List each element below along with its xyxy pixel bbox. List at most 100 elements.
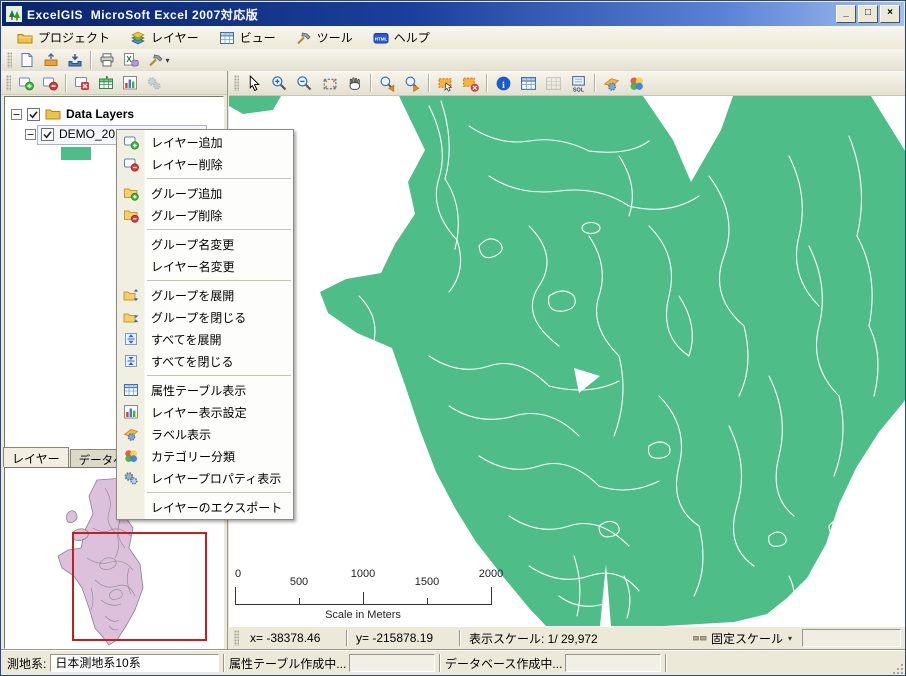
layer-symbol-swatch[interactable] xyxy=(61,147,91,160)
app-icon xyxy=(6,6,22,22)
view-grid-icon xyxy=(219,30,235,46)
layer-panel-toolbar xyxy=(1,71,227,95)
collapse-toggle-icon[interactable] xyxy=(25,129,36,140)
menu-item-group-add[interactable]: グループ追加 xyxy=(117,182,293,204)
menu-bar: プロジェクト レイヤー ビュー ツール HTML ヘルプ xyxy=(2,26,904,50)
cursor-y-readout: y= -215878.19 xyxy=(348,631,459,645)
help-html-icon: HTML xyxy=(373,30,389,46)
group-visibility-checkbox[interactable] xyxy=(27,108,40,121)
tree-group-row[interactable]: Data Layers xyxy=(11,107,134,121)
menu-separator xyxy=(147,492,291,493)
menu-item-group-remove[interactable]: グループ削除 xyxy=(117,204,293,226)
zoom-extent-icon[interactable] xyxy=(317,72,342,94)
resize-grip[interactable] xyxy=(892,663,905,676)
attribute-progress-field xyxy=(349,654,435,672)
svg-text:HTML: HTML xyxy=(374,36,387,41)
toolbar-grip[interactable] xyxy=(234,630,239,646)
menu-item-layer-export[interactable]: レイヤーのエクスポート xyxy=(117,496,293,518)
zoom-in-icon[interactable] xyxy=(267,72,292,94)
svg-text:SQL: SQL xyxy=(573,87,585,92)
group-label[interactable]: Data Layers xyxy=(66,107,134,121)
toolbar-grip[interactable] xyxy=(234,75,239,91)
map-canvas[interactable]: 0 500 1000 1500 2000 Scale in Meters xyxy=(229,96,906,626)
attribute-progress-section: 属性テーブル作成中... xyxy=(225,653,439,674)
open-project-icon[interactable] xyxy=(39,50,63,70)
delete-layer-icon[interactable] xyxy=(70,73,94,93)
save-project-icon[interactable] xyxy=(63,50,87,70)
menu-item-collapse-all[interactable]: すべてを閉じる xyxy=(117,350,293,372)
layer-properties-disabled-icon[interactable] xyxy=(142,73,166,93)
menu-item-expand-all[interactable]: すべてを展開 xyxy=(117,328,293,350)
menu-item-group-rename[interactable]: グループ名変更 xyxy=(117,233,293,255)
category-classify-icon[interactable] xyxy=(624,72,649,94)
layer-visibility-checkbox[interactable] xyxy=(41,128,54,141)
label-display-icon[interactable] xyxy=(599,72,624,94)
menu-help[interactable]: HTML ヘルプ xyxy=(368,27,439,48)
new-document-icon[interactable] xyxy=(15,50,39,70)
datum-label: 測地系: xyxy=(7,655,46,672)
identify-info-icon[interactable]: i xyxy=(491,72,516,94)
menu-item-layer-properties[interactable]: レイヤープロパティ表示 xyxy=(117,467,293,489)
menu-layer[interactable]: レイヤー xyxy=(125,27,208,48)
toolbar-separator xyxy=(370,74,372,92)
window-title: ExcelGIS MicroSoft Excel 2007対応版 xyxy=(27,6,258,23)
menu-item-attribute-table[interactable]: 属性テーブル表示 xyxy=(117,379,293,401)
clear-selection-icon[interactable] xyxy=(458,72,483,94)
menu-item-layer-add[interactable]: レイヤー追加 xyxy=(117,131,293,153)
tools-hammer-icon xyxy=(296,30,312,46)
menu-view[interactable]: ビュー xyxy=(214,27,285,48)
group-add-icon xyxy=(117,185,144,201)
menu-item-group-expand[interactable]: グループを展開 xyxy=(117,284,293,306)
zoom-out-icon[interactable] xyxy=(292,72,317,94)
fixed-scale-dropdown[interactable]: 固定スケール ▾ xyxy=(687,629,798,648)
previous-view-icon[interactable] xyxy=(375,72,400,94)
tools-dropdown-icon[interactable]: ▾ xyxy=(143,50,175,70)
next-view-icon[interactable] xyxy=(400,72,425,94)
chevron-down-icon: ▾ xyxy=(788,634,792,643)
menu-item-layer-rename[interactable]: レイヤー名変更 xyxy=(117,255,293,277)
datum-section: 測地系: 日本測地系10系 xyxy=(3,653,223,674)
layer-context-menu: レイヤー追加 レイヤー削除 グループ追加 グループ削除 グループ名変更 レイヤー… xyxy=(116,129,294,520)
menu-item-group-collapse[interactable]: グループを閉じる xyxy=(117,306,293,328)
add-layer-icon[interactable] xyxy=(14,73,38,93)
display-scale-readout: 表示スケール: 1/ 29,972 xyxy=(461,630,673,647)
tab-layers[interactable]: レイヤー xyxy=(3,447,69,467)
grid-disabled-icon[interactable] xyxy=(541,72,566,94)
sql-query-icon[interactable]: SQL xyxy=(566,72,591,94)
scale-tick-label: 2000 xyxy=(479,568,503,580)
scale-tick-label: 500 xyxy=(290,576,308,588)
svg-text:i: i xyxy=(502,79,505,90)
remove-layer-icon[interactable] xyxy=(38,73,62,93)
layer-display-icon[interactable] xyxy=(118,73,142,93)
menu-item-label-display[interactable]: ラベル表示 xyxy=(117,423,293,445)
toolbar-grip[interactable] xyxy=(7,52,12,68)
expand-all-icon xyxy=(117,331,144,347)
menu-item-layer-display-settings[interactable]: レイヤー表示設定 xyxy=(117,401,293,423)
maximize-button[interactable]: □ xyxy=(858,5,878,23)
menu-separator xyxy=(147,178,291,179)
collapse-toggle-icon[interactable] xyxy=(11,109,22,120)
minimize-button[interactable]: _ xyxy=(836,5,856,23)
scale-tick-label: 0 xyxy=(235,568,241,580)
attribute-table-icon[interactable] xyxy=(516,72,541,94)
menu-tools[interactable]: ツール xyxy=(291,27,362,48)
print-icon[interactable] xyxy=(95,50,119,70)
attribute-table-export-icon[interactable] xyxy=(94,73,118,93)
project-folder-icon xyxy=(17,30,33,46)
menu-item-layer-remove[interactable]: レイヤー削除 xyxy=(117,153,293,175)
toolbar-separator xyxy=(486,74,488,92)
menu-item-category-classify[interactable]: カテゴリー分類 xyxy=(117,445,293,467)
select-pointer-icon[interactable] xyxy=(242,72,267,94)
menu-project[interactable]: プロジェクト xyxy=(12,27,119,48)
datum-value-field: 日本測地系10系 xyxy=(50,654,219,672)
excel-export-icon[interactable]: X xyxy=(119,50,143,70)
application-window: ExcelGIS MicroSoft Excel 2007対応版 _ □ × プ… xyxy=(0,0,906,676)
attribute-table-icon xyxy=(117,382,144,398)
watershed-map xyxy=(229,96,906,626)
toolbar-grip[interactable] xyxy=(6,75,11,91)
pan-hand-icon[interactable] xyxy=(342,72,367,94)
close-button[interactable]: × xyxy=(880,5,900,23)
select-features-icon[interactable] xyxy=(433,72,458,94)
map-extent-rectangle[interactable] xyxy=(72,532,207,641)
toolbar-separator xyxy=(65,74,67,92)
